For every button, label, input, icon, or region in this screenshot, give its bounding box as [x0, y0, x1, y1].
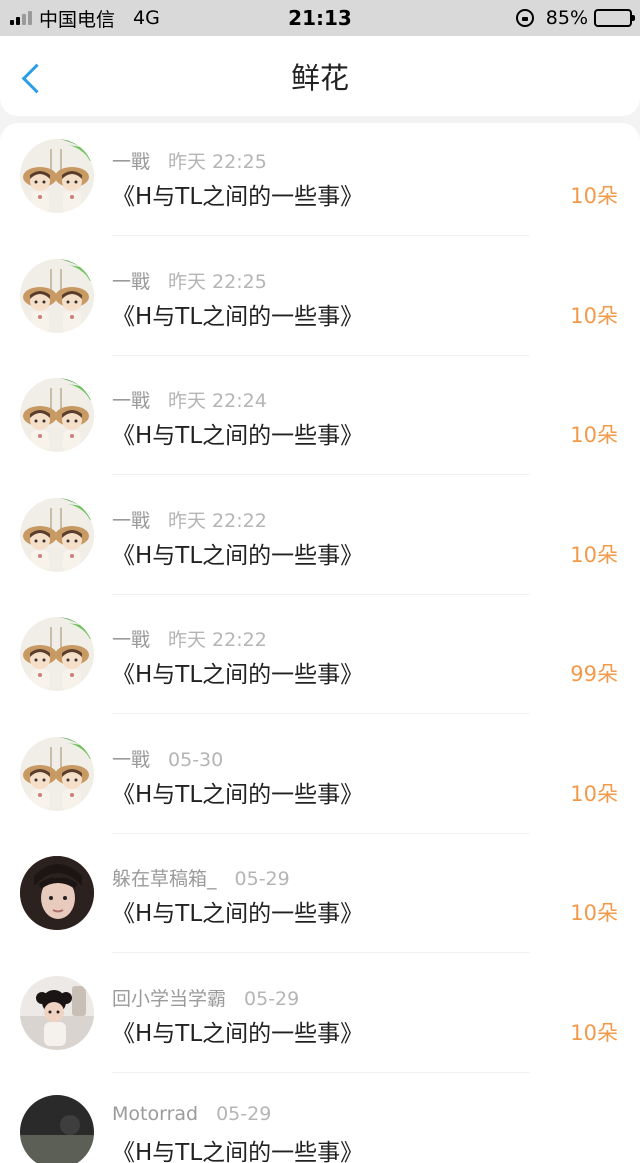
flower-count: 10朵	[570, 901, 618, 925]
user-name[interactable]: Motorrad	[112, 1103, 198, 1125]
work-title[interactable]: 《H与TL之间的一些事》	[112, 536, 363, 570]
divider	[112, 832, 530, 834]
rotation-lock-icon	[515, 9, 534, 27]
avatar[interactable]	[20, 378, 94, 452]
timestamp: 昨天 22:22	[168, 629, 267, 651]
work-title[interactable]: 《H与TL之间的一些事》	[112, 775, 363, 809]
list-item[interactable]: 一戰 昨天 22:22 《H与TL之间的一些事》 99朵	[0, 601, 640, 721]
timestamp: 05-29	[234, 868, 290, 890]
item-meta: 回小学当学霸 05-29	[112, 984, 299, 1011]
flower-count: 10朵	[570, 184, 618, 208]
item-meta: 一戰 昨天 22:22	[112, 506, 267, 533]
avatar[interactable]	[20, 139, 94, 213]
list-item[interactable]: Motorrad 05-29 《H与TL之间的一些事》	[0, 1079, 640, 1163]
battery-percent: 85%	[545, 7, 588, 29]
work-title[interactable]: 《H与TL之间的一些事》	[112, 1133, 363, 1163]
user-name[interactable]: 一戰	[112, 271, 150, 293]
item-meta: 一戰 昨天 22:22	[112, 625, 267, 652]
list-item[interactable]: 一戰 昨天 22:22 《H与TL之间的一些事》 10朵	[0, 482, 640, 602]
user-name[interactable]: 一戰	[112, 151, 150, 173]
list-item[interactable]: 躲在草稿箱_ 05-29 《H与TL之间的一些事》 10朵	[0, 840, 640, 960]
divider	[112, 354, 530, 356]
flower-count: 99朵	[570, 662, 618, 686]
work-title[interactable]: 《H与TL之间的一些事》	[112, 297, 363, 331]
list-item[interactable]: 一戰 昨天 22:25 《H与TL之间的一些事》 10朵	[0, 123, 640, 243]
item-meta: 一戰 昨天 22:25	[112, 147, 267, 174]
user-name[interactable]: 一戰	[112, 749, 150, 771]
divider	[112, 474, 530, 475]
work-title[interactable]: 《H与TL之间的一些事》	[112, 177, 363, 211]
list-item[interactable]: 一戰 05-30 《H与TL之间的一些事》 10朵	[0, 721, 640, 841]
avatar[interactable]	[20, 975, 94, 1050]
flower-count: 10朵	[570, 423, 618, 447]
page-title: 鲜花	[290, 61, 349, 95]
timestamp: 05-30	[168, 748, 224, 771]
avatar[interactable]	[20, 856, 94, 930]
item-meta: 一戰 昨天 22:25	[112, 267, 267, 294]
timestamp: 昨天 22:24	[168, 390, 267, 412]
avatar[interactable]	[20, 617, 94, 691]
battery-icon	[594, 9, 635, 27]
status-bar: 中国电信 4G 21:13 85%	[0, 0, 640, 36]
timestamp: 05-29	[244, 987, 300, 1010]
timestamp: 昨天 22:25	[168, 151, 267, 173]
work-title[interactable]: 《H与TL之间的一些事》	[112, 1014, 363, 1048]
flower-count: 10朵	[570, 542, 618, 567]
timestamp: 昨天 22:22	[168, 509, 267, 532]
avatar[interactable]	[20, 258, 94, 333]
work-title[interactable]: 《H与TL之间的一些事》	[112, 655, 363, 689]
user-name[interactable]: 回小学当学霸	[112, 988, 226, 1010]
flower-count: 10朵	[570, 781, 618, 806]
timestamp: 05-29	[216, 1103, 272, 1125]
list-item[interactable]: 回小学当学霸 05-29 《H与TL之间的一些事》 10朵	[0, 960, 640, 1080]
item-meta: Motorrad 05-29	[112, 1103, 271, 1125]
list-item[interactable]: 一戰 昨天 22:24 《H与TL之间的一些事》 10朵	[0, 362, 640, 482]
flower-count: 10朵	[570, 303, 618, 328]
avatar[interactable]	[20, 1095, 94, 1163]
divider	[112, 593, 530, 595]
work-title[interactable]: 《H与TL之间的一些事》	[112, 416, 363, 450]
user-name[interactable]: 一戰	[112, 510, 150, 532]
divider	[112, 952, 530, 953]
flower-list: 一戰 昨天 22:25 《H与TL之间的一些事》 10朵 一戰 昨天 22:25 《H与TL…	[0, 123, 640, 1163]
work-title[interactable]: 《H与TL之间的一些事》	[112, 894, 363, 928]
item-meta: 一戰 昨天 22:24	[112, 386, 267, 413]
divider	[112, 713, 530, 714]
timestamp: 昨天 22:25	[168, 270, 267, 293]
user-name[interactable]: 躲在草稿箱_	[112, 868, 217, 890]
avatar[interactable]	[20, 736, 94, 811]
flower-count: 10朵	[570, 1020, 618, 1045]
list-item[interactable]: 一戰 昨天 22:25 《H与TL之间的一些事》 10朵	[0, 243, 640, 363]
user-name[interactable]: 一戰	[112, 390, 150, 412]
divider	[112, 1071, 530, 1073]
item-meta: 一戰 05-30	[112, 745, 223, 772]
user-name[interactable]: 一戰	[112, 629, 150, 651]
avatar[interactable]	[20, 497, 94, 572]
item-meta: 躲在草稿箱_ 05-29	[112, 864, 290, 891]
nav-bar: 鲜花	[0, 36, 640, 116]
divider	[112, 235, 530, 236]
